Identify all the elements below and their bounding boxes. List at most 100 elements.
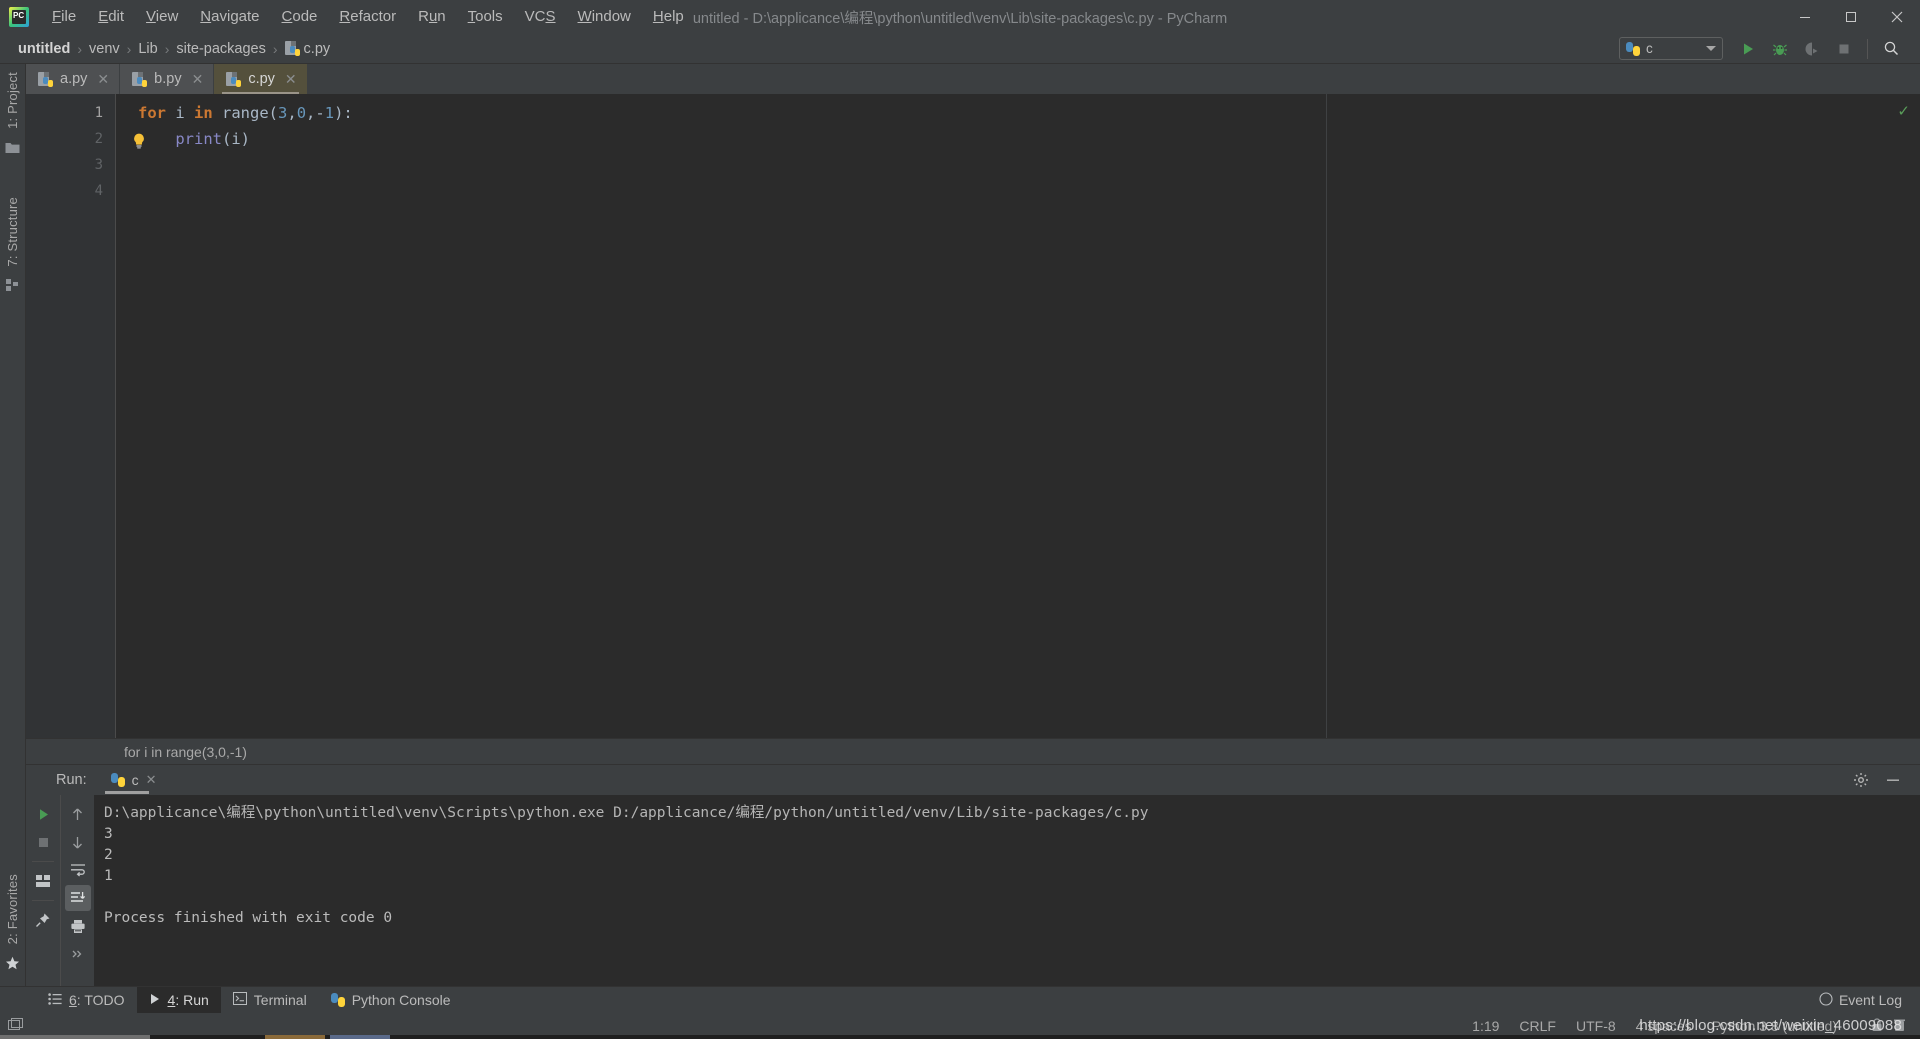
- breadcrumb-separator: ›: [126, 40, 132, 57]
- bottom-tab-todo[interactable]: 6: TODO: [36, 987, 137, 1013]
- inspection-ok-icon[interactable]: ✓: [1897, 102, 1910, 120]
- code-editor[interactable]: 1 2 3 4 for i in range(3,0,-1): print(i): [26, 94, 1920, 738]
- bottom-tab-terminal-label: Terminal: [253, 991, 307, 1008]
- close-button[interactable]: [1874, 0, 1920, 34]
- main-area: 1: Project 7: Structure 2: Favorites a.p…: [0, 64, 1920, 986]
- close-icon[interactable]: ✕: [97, 71, 109, 88]
- indent-setting[interactable]: 4 spaces: [1636, 1018, 1692, 1034]
- debug-button[interactable]: [1765, 36, 1795, 62]
- maximize-button[interactable]: [1828, 0, 1874, 34]
- run-with-coverage-button[interactable]: [1797, 36, 1827, 62]
- lock-icon[interactable]: [1871, 1017, 1883, 1035]
- run-icon: [149, 991, 161, 1010]
- menu-edit[interactable]: Edit: [87, 4, 135, 30]
- left-stripe-bottom: 2: Favorites: [5, 866, 20, 986]
- editor-tab-label: a.py: [60, 71, 88, 87]
- line-number: 2: [94, 131, 103, 147]
- breadcrumb-separator: ›: [164, 40, 170, 57]
- soft-wrap-icon[interactable]: [65, 857, 91, 883]
- menu-file[interactable]: File: [41, 4, 87, 30]
- sidebar-item-favorites[interactable]: 2: Favorites: [5, 866, 20, 952]
- python-file-icon: [38, 71, 53, 87]
- bottom-tab-run[interactable]: 4: Run: [136, 987, 221, 1013]
- hide-panel-icon[interactable]: [1880, 767, 1906, 793]
- pin-icon[interactable]: [30, 907, 56, 933]
- trash-icon[interactable]: [1893, 1018, 1906, 1035]
- editor-tab-a-py[interactable]: a.py ✕: [26, 64, 121, 94]
- caret-position[interactable]: 1:19: [1472, 1018, 1499, 1034]
- menu-vcs[interactable]: VCS: [514, 4, 567, 30]
- console-line: 3: [104, 826, 113, 842]
- stop-icon[interactable]: [30, 829, 56, 855]
- code-content[interactable]: for i in range(3,0,-1): print(i): [116, 94, 1920, 738]
- taskbar-item[interactable]: [265, 1035, 325, 1039]
- editor-tab-c-py[interactable]: c.py ✕: [214, 64, 308, 94]
- status-tray: [1871, 1017, 1906, 1035]
- menu-tools[interactable]: Tools: [457, 4, 514, 30]
- sidebar-item-structure[interactable]: 7: Structure: [5, 189, 20, 275]
- python-interpreter[interactable]: Python 3.8 (untitled): [1712, 1018, 1837, 1034]
- breadcrumb-item-venv[interactable]: venv: [83, 39, 126, 59]
- lightbulb-icon[interactable]: [130, 132, 148, 150]
- close-icon[interactable]: ✕: [146, 772, 157, 788]
- line-number: 1: [94, 105, 103, 121]
- run-tab-c[interactable]: c ✕: [104, 769, 163, 794]
- event-log-button[interactable]: Event Log: [1819, 991, 1920, 1009]
- sidebar-item-project[interactable]: 1: Project: [5, 64, 20, 137]
- breadcrumb-item-cpy[interactable]: c.py: [279, 39, 337, 59]
- editor-tab-b-py[interactable]: b.py ✕: [120, 64, 215, 94]
- gear-icon[interactable]: [1848, 767, 1874, 793]
- editor-status-breadcrumb-label: for i in range(3,0,-1): [124, 743, 247, 760]
- run-tool-window-actions: [1848, 767, 1920, 793]
- editor-column: a.py ✕ b.py ✕ c.py ✕ 1 2 3 4 for i in ra…: [26, 64, 1920, 986]
- layout-icon[interactable]: [30, 868, 56, 894]
- console-line: 1: [104, 868, 113, 884]
- close-icon[interactable]: ✕: [285, 71, 297, 88]
- more-icon[interactable]: [65, 941, 91, 967]
- toggle-toolbars-icon[interactable]: [8, 1017, 23, 1035]
- breadcrumb-item-lib[interactable]: Lib: [132, 39, 163, 59]
- menu-window[interactable]: Window: [567, 4, 642, 30]
- code-line-2: print(i): [175, 130, 250, 148]
- python-icon: [110, 773, 125, 787]
- bottom-tab-terminal[interactable]: Terminal: [221, 987, 319, 1013]
- search-everywhere-button[interactable]: [1876, 36, 1906, 62]
- line-separator[interactable]: CRLF: [1519, 1018, 1556, 1034]
- run-button[interactable]: [1733, 36, 1763, 62]
- run-configuration-selector[interactable]: c: [1619, 37, 1723, 60]
- down-arrow-icon[interactable]: [65, 829, 91, 855]
- todo-icon: [48, 991, 62, 1010]
- close-icon[interactable]: ✕: [192, 71, 204, 88]
- menu-file-label-rest: ile: [61, 8, 77, 25]
- stop-button[interactable]: [1829, 36, 1859, 62]
- file-encoding[interactable]: UTF-8: [1576, 1018, 1616, 1034]
- menu-navigate[interactable]: Navigate: [189, 4, 270, 30]
- scroll-to-end-icon[interactable]: [64, 885, 91, 911]
- rerun-icon[interactable]: [30, 801, 56, 827]
- menu-view[interactable]: View: [135, 4, 189, 30]
- minimize-button[interactable]: [1782, 0, 1828, 34]
- menu-run[interactable]: Run: [407, 4, 457, 30]
- menu-code[interactable]: Code: [271, 4, 329, 30]
- run-tool-window-header: Run: c ✕: [26, 765, 1920, 795]
- menu-help[interactable]: Help: [642, 4, 695, 30]
- taskbar-item[interactable]: [330, 1035, 390, 1039]
- run-tool-window-title: Run:: [56, 772, 87, 788]
- python-icon: [1626, 41, 1640, 56]
- sidebar-item-project-label: 1: Project: [5, 72, 20, 129]
- print-icon[interactable]: [65, 913, 91, 939]
- up-arrow-icon[interactable]: [65, 801, 91, 827]
- menu-refactor[interactable]: Refactor: [328, 4, 407, 30]
- run-left-actions: [26, 795, 60, 986]
- run-console-output[interactable]: D:\applicance\编程\python\untitled\venv\Sc…: [94, 795, 1920, 986]
- terminal-icon: [232, 991, 247, 1010]
- breadcrumb-item-untitled[interactable]: untitled: [12, 39, 76, 59]
- bottom-tab-python-console[interactable]: Python Console: [319, 987, 463, 1013]
- toolbar-divider: [1867, 38, 1868, 59]
- breadcrumb-item-site-packages[interactable]: site-packages: [170, 39, 271, 59]
- editor-tab-bar: a.py ✕ b.py ✕ c.py ✕: [26, 64, 1920, 94]
- divider: [32, 900, 54, 901]
- bottom-tab-todo-label: 6: TODO: [69, 991, 125, 1008]
- taskbar-item[interactable]: [0, 1035, 150, 1039]
